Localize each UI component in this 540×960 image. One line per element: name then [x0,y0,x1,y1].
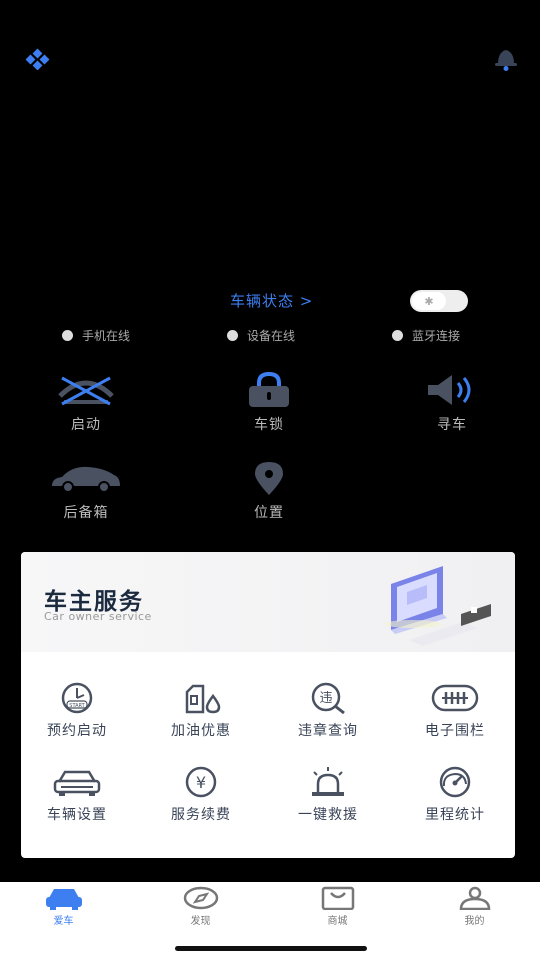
car-icon [45,889,82,910]
service-item-fuel-discount[interactable]: 加油优惠 [139,682,263,740]
violation-search-icon: 违 [311,682,345,714]
service-label: 电子围栏 [425,723,485,739]
service-label: 里程统计 [425,807,485,823]
alarm-light-icon [312,767,344,796]
bell-icon[interactable] [490,44,522,72]
grid-dots-icon[interactable] [22,48,54,71]
compass-icon [183,886,218,910]
bluetooth-icon: ✱ [412,292,446,310]
bluetooth-toggle[interactable]: ✱ [410,290,468,312]
tab-label: 商城 [327,916,348,927]
tab-label: 我的 [464,916,485,927]
service-label: 车辆设置 [47,807,107,823]
find-car-control[interactable]: 寻车 [392,372,512,434]
user-icon [459,886,490,910]
control-label: 位置 [254,505,284,521]
control-label: 启动 [71,417,101,433]
shopping-bag-icon [321,886,354,910]
bluetooth-connect-indicator: 蓝牙连接 [392,327,460,344]
car-trunk-icon [52,466,120,493]
svg-text:START: START [69,703,85,709]
tab-my-car[interactable]: 爱车 [0,882,131,927]
vehicle-status-link[interactable]: 车辆状态 > [230,290,313,311]
tab-mall[interactable]: 商城 [270,882,405,927]
owner-service-card: 车主服务 Car owner service START 预约启动 加油优惠 违… [21,552,515,858]
computer-illustration [385,566,491,646]
service-label: 加油优惠 [171,723,231,739]
service-label: 违章查询 [298,723,358,739]
svg-text:¥: ¥ [196,773,206,792]
service-banner: 车主服务 Car owner service [21,552,515,652]
status-dot [227,330,238,341]
svg-text:违: 违 [319,691,332,706]
clock-start-icon: START [61,682,93,714]
device-online-indicator: 设备在线 [227,327,295,344]
service-item-mileage-stats[interactable]: 里程统计 [393,766,515,824]
start-control[interactable]: 启动 [26,372,146,434]
service-subtitle: Car owner service [44,610,152,623]
tab-discover[interactable]: 发现 [133,882,268,927]
phone-online-indicator: 手机在线 [62,327,130,344]
service-item-scheduled-start[interactable]: START 预约启动 [21,682,139,740]
service-item-violation-query[interactable]: 违 违章查询 [266,682,390,740]
indicator-label: 手机在线 [82,329,131,343]
control-label: 车锁 [254,417,284,433]
status-dot [392,330,403,341]
tab-label: 爱车 [53,916,74,927]
control-label: 寻车 [437,417,467,433]
lock-icon [249,372,289,407]
trunk-control[interactable]: 后备箱 [26,460,146,522]
service-item-one-key-rescue[interactable]: 一键救援 [266,766,390,824]
indicator-label: 蓝牙连接 [412,329,461,343]
service-label: 服务续费 [171,807,231,823]
service-item-geofence[interactable]: 电子围栏 [393,682,515,740]
tab-label: 发现 [190,916,211,927]
car-settings-icon [53,770,101,796]
control-label: 后备箱 [63,505,109,521]
yen-icon: ¥ [185,766,217,798]
gauge-icon [439,766,471,798]
indicator-label: 设备在线 [247,329,296,343]
service-label: 预约启动 [47,723,107,739]
engine-start-icon [58,376,114,406]
status-dot [62,330,73,341]
home-indicator[interactable] [175,946,367,951]
horn-icon [428,375,471,405]
service-item-vehicle-settings[interactable]: 车辆设置 [21,766,139,824]
lock-control[interactable]: 车锁 [209,372,329,434]
service-label: 一键救援 [298,807,358,823]
fuel-icon [185,684,221,714]
tab-mine[interactable]: 我的 [407,882,540,927]
service-item-renewal[interactable]: ¥ 服务续费 [139,766,263,824]
location-pin-icon [255,462,283,495]
location-control[interactable]: 位置 [209,460,329,522]
fence-icon [431,684,479,712]
